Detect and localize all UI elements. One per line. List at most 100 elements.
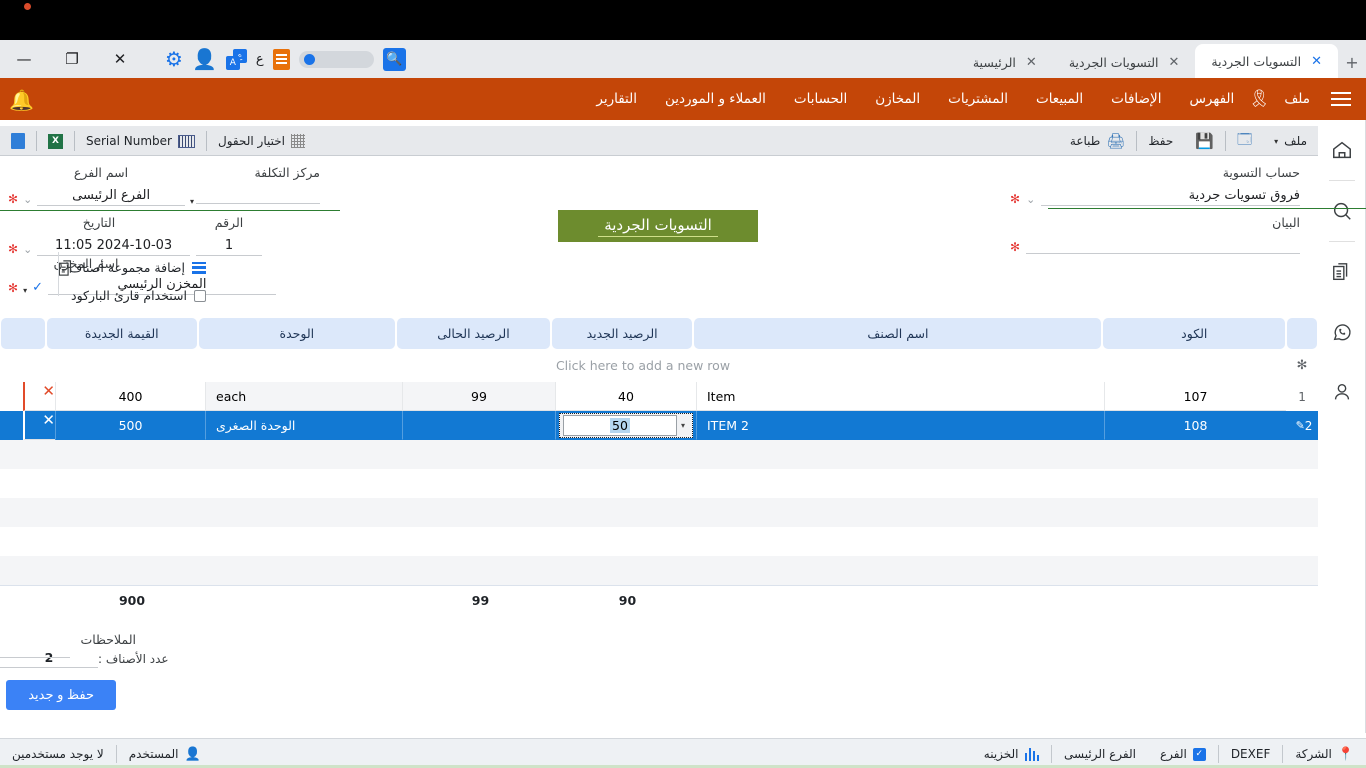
sidebar-item-documents[interactable] [1318, 242, 1366, 302]
new-tab-button[interactable]: + [1338, 46, 1366, 78]
chevron-down-icon[interactable]: ⌄ [23, 193, 32, 206]
menu-item-index[interactable]: الفهرس [1175, 78, 1248, 120]
tab-close-icon[interactable]: ✕ [1026, 55, 1037, 70]
inline-editor[interactable]: ▾ 50 [559, 413, 693, 438]
tab-close-icon[interactable]: ✕ [1311, 54, 1322, 69]
sidebar-item-whatsapp[interactable] [1318, 302, 1366, 362]
tab-close-icon[interactable]: ✕ [1169, 55, 1180, 70]
grid-empty-band [0, 556, 1318, 585]
chevron-down-icon[interactable]: ▾ [677, 421, 689, 430]
status-user[interactable]: 👤 المستخدم [117, 739, 213, 768]
window-close-button[interactable]: ✕ [96, 40, 144, 78]
documents-icon[interactable] [57, 258, 76, 283]
menu-item-warehouses[interactable]: المخازن [861, 78, 934, 120]
cell-item-name[interactable]: ITEM 2 [696, 411, 1104, 440]
delete-row-button[interactable]: ✕ [23, 411, 55, 440]
sidebar-item-home[interactable] [1318, 120, 1366, 180]
cell-unit[interactable]: الوحدة الصغرى [205, 411, 402, 440]
status-company[interactable]: 📍 الشركة [1283, 739, 1366, 768]
new-balance-input[interactable]: 50 [563, 415, 677, 436]
cell-unit[interactable]: each [205, 382, 402, 411]
grid-header-unit[interactable]: الوحدة [199, 318, 396, 349]
date-value[interactable]: 2024-10-03 11:05 [37, 238, 190, 256]
cell-item-name[interactable]: Item [696, 382, 1104, 411]
cell-new-balance-editing[interactable]: ▾ 50 [555, 411, 696, 440]
toolbar-save-button[interactable]: 💾 [1184, 126, 1225, 156]
list-icon[interactable] [273, 49, 290, 70]
checkmark-icon[interactable]: ✓ [32, 280, 43, 295]
notes-field[interactable]: ▲ ▼ [0, 630, 78, 658]
toolbar-file-button[interactable]: ملف ▾ [1263, 126, 1318, 156]
grid-header-rowno [1287, 318, 1317, 349]
cell-code[interactable]: 108 [1104, 411, 1286, 440]
chrome-icon-tray: 🔍 ع عA 👤 ⚙ [165, 40, 406, 78]
branch-name-value[interactable]: الفرع الرئيسى [37, 188, 185, 206]
toolbar-new-window-button[interactable]: 🗔 [1226, 126, 1263, 156]
toggle-pill[interactable] [299, 51, 374, 68]
number-value[interactable]: 1 [196, 238, 262, 256]
notifications-bell-icon[interactable]: 🔔 [9, 88, 34, 112]
checkbox-icon[interactable] [194, 290, 206, 302]
menu-item-reports[interactable]: التقارير [582, 78, 651, 120]
delete-row-button[interactable]: ✕ [23, 382, 55, 411]
statement-input[interactable] [1026, 238, 1300, 254]
tab-inventory-adjustments[interactable]: ✕ التسويات الجردية [1053, 46, 1196, 78]
toolbar-pdf-export-button[interactable] [0, 126, 36, 156]
chevron-down-icon[interactable]: ▾ [190, 197, 194, 206]
person-icon[interactable]: 👤 [192, 49, 217, 69]
search-icon[interactable]: 🔍 [383, 48, 406, 71]
menu-item-customers-suppliers[interactable]: العملاء و الموردين [651, 78, 780, 120]
window-controls: ✕ ❐ — [0, 40, 144, 78]
grid-header-code[interactable]: الكود [1103, 318, 1285, 349]
menu-item-addons[interactable]: الإضافات [1097, 78, 1175, 120]
grid-header-item-name[interactable]: اسم الصنف [694, 318, 1101, 349]
settlement-account-value[interactable]: فروق تسويات جردية [1041, 188, 1300, 206]
add-item-group-button[interactable]: إضافة مجموعة أصناف [69, 260, 206, 275]
translate-icon[interactable]: عA [226, 49, 247, 70]
grid-header-new-value[interactable]: القيمة الجديدة [47, 318, 197, 349]
gear-icon[interactable]: ⚙ [165, 49, 183, 69]
cell-new-balance[interactable]: 40 [555, 382, 696, 411]
window-minimize-button[interactable]: — [0, 40, 48, 78]
window-icon: 🗔 [1237, 129, 1252, 153]
arabic-language-icon[interactable]: ع [256, 52, 264, 67]
cell-new-value[interactable]: 400 [55, 382, 205, 411]
checkbox-checked-icon[interactable]: ✓ [1193, 748, 1206, 761]
sidebar-item-user[interactable] [1318, 362, 1366, 422]
menu-item-sales[interactable]: المبيعات [1022, 78, 1097, 120]
form-action-buttons: حفظ و جديد حفظ وطباعة ▾ حفظ وإغلاق [0, 680, 116, 710]
save-new-button[interactable]: حفظ و جديد [6, 680, 116, 710]
grid-header-new-balance[interactable]: الرصيد الجديد [552, 318, 693, 349]
table-row[interactable]: 1 107 Item 40 99 each 400 ✕ [0, 382, 1318, 411]
cell-new-value[interactable]: 500 [55, 411, 205, 440]
status-branch[interactable]: ✓ الفرع [1148, 739, 1218, 768]
window-restore-button[interactable]: ❐ [48, 40, 96, 78]
use-barcode-reader-checkbox[interactable]: استخدام قارئ الباركود [71, 288, 206, 303]
menu-item-purchases[interactable]: المشتريات [934, 78, 1022, 120]
cell-code[interactable]: 107 [1104, 382, 1286, 411]
menu-item-accounts[interactable]: الحسابات [780, 78, 861, 120]
menu-item-file[interactable]: ملف [1270, 78, 1324, 120]
grid-new-row[interactable]: ✻ Click here to add a new row [0, 349, 1318, 382]
hamburger-menu-icon[interactable] [1324, 78, 1358, 120]
toolbar-excel-export-button[interactable]: X [37, 126, 74, 156]
cost-center-value[interactable] [196, 188, 320, 204]
chevron-down-icon[interactable]: ⌄ [1026, 193, 1035, 206]
cell-current-balance: 99 [402, 382, 555, 411]
table-row[interactable]: 2 ✎ 108 ITEM 2 ▾ 50 الوحدة الصغرى 500 ✕ [0, 411, 1318, 440]
tab-inventory-adjustments-active[interactable]: ✕ التسويات الجردية [1195, 44, 1338, 78]
sidebar-item-search[interactable] [1318, 181, 1366, 241]
grid-empty-band [0, 440, 1318, 469]
toolbar-choose-fields-button[interactable]: اختيار الحقول [207, 126, 316, 156]
chevron-down-icon[interactable]: ▾ [23, 286, 27, 295]
item-count-label: عدد الأصناف : [98, 652, 169, 666]
toolbar-serial-number-button[interactable]: Serial Number [75, 126, 206, 156]
status-treasury[interactable]: الخزينه [972, 739, 1051, 768]
toolbar-print-button[interactable]: 🖨 طباعة [1059, 126, 1136, 156]
toolbar-divider [74, 131, 75, 151]
chevron-down-icon[interactable]: ⌄ [23, 243, 32, 256]
add-group-icon [192, 262, 206, 274]
toolbar-save-label-button[interactable]: حفظ [1137, 126, 1184, 156]
tab-home[interactable]: ✕ الرئيسية [957, 46, 1053, 78]
grid-header-current-balance[interactable]: الرصيد الحالى [397, 318, 550, 349]
